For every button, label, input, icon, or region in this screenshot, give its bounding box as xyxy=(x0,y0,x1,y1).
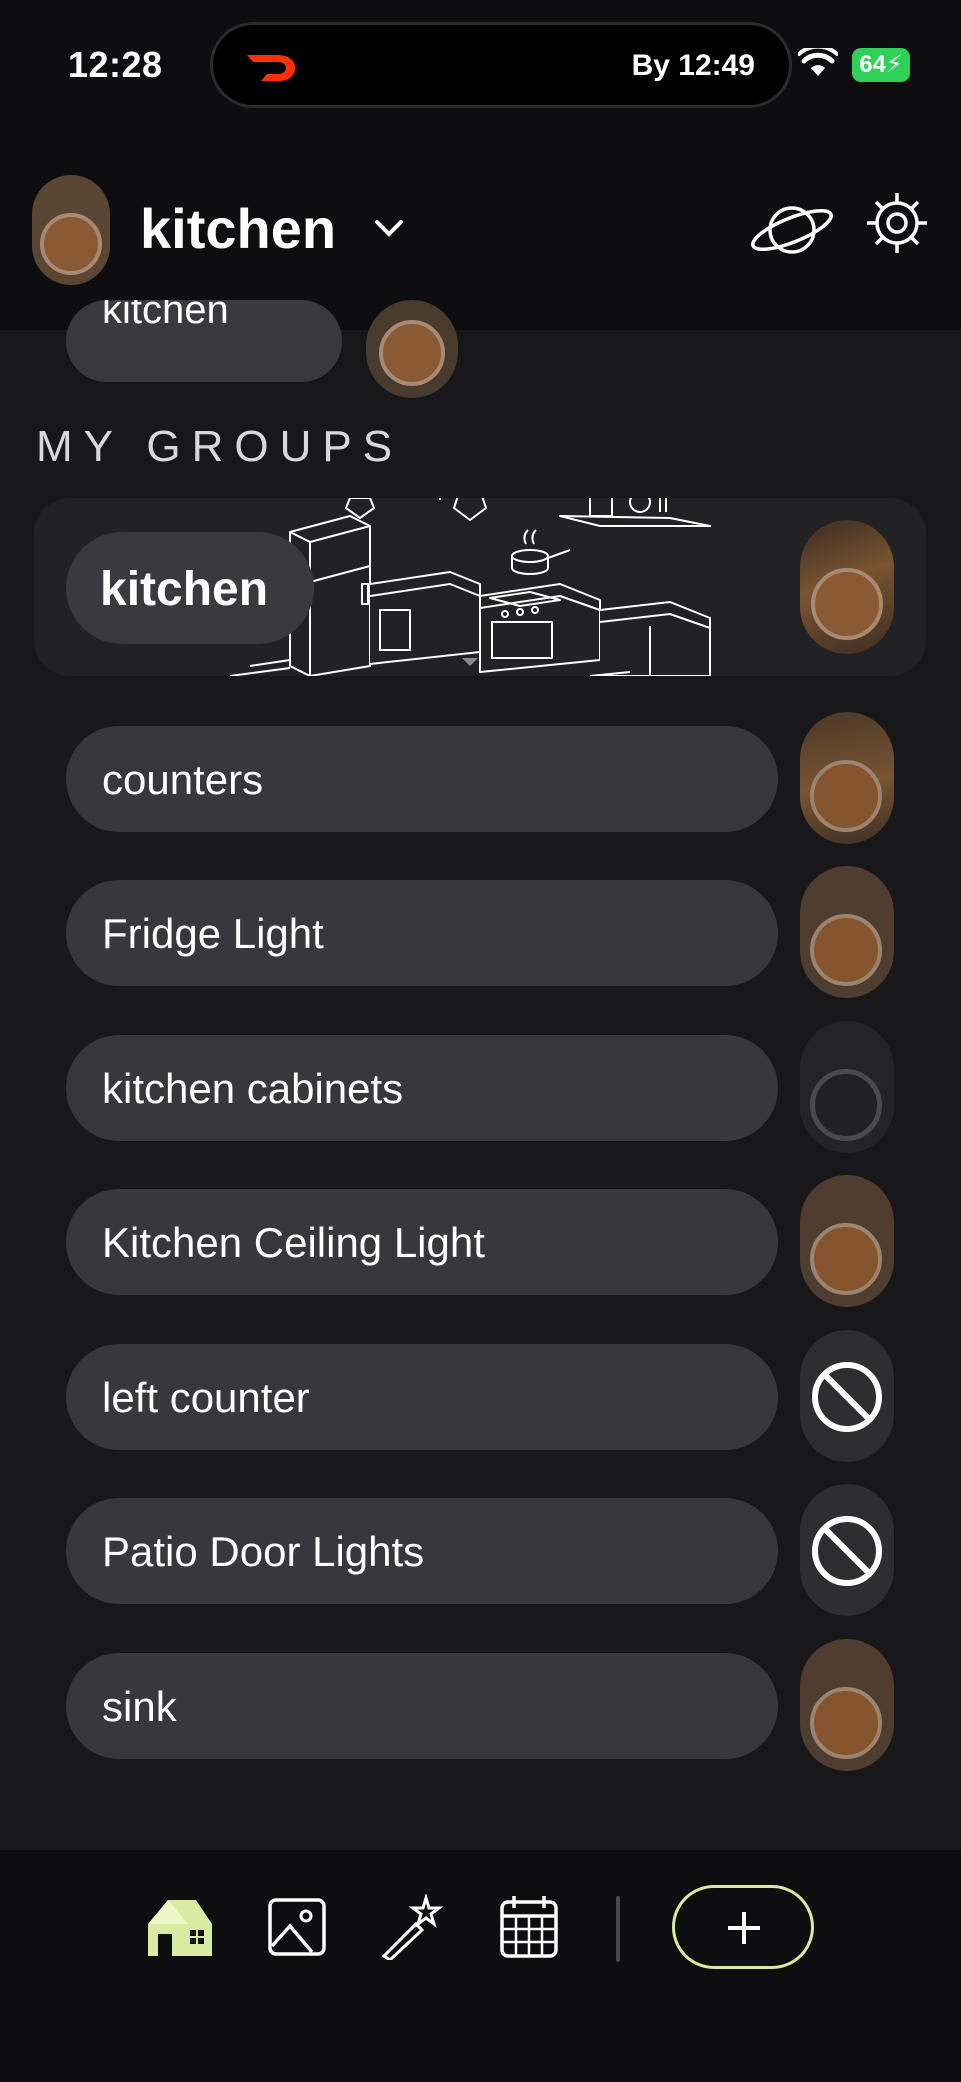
calendar-icon[interactable] xyxy=(492,1894,566,1960)
status-time: 12:28 xyxy=(68,44,163,85)
device-toggle-kitchen-ceiling-light[interactable] xyxy=(800,1175,894,1307)
device-label: Kitchen Ceiling Light xyxy=(102,1219,485,1266)
section-label: MY GROUPS xyxy=(36,422,404,471)
device-row-counters[interactable]: counters xyxy=(66,726,778,832)
device-row-kitchen-ceiling-light[interactable]: Kitchen Ceiling Light xyxy=(66,1189,778,1295)
device-row-kitchen-cabinets[interactable]: kitchen cabinets xyxy=(66,1035,778,1141)
home-icon[interactable] xyxy=(142,1894,216,1960)
toggle-knob xyxy=(810,1069,882,1141)
image-icon[interactable] xyxy=(260,1894,334,1960)
group-label: kitchen xyxy=(100,563,269,616)
group-toggle[interactable] xyxy=(800,520,894,654)
group-card-kitchen[interactable]: kitchen xyxy=(34,498,926,676)
unreachable-icon xyxy=(812,1362,882,1432)
device-toggle-counters[interactable] xyxy=(800,712,894,844)
device-row-left-counter[interactable]: left counter xyxy=(66,1344,778,1450)
toggle-knob xyxy=(810,914,882,986)
battery-level: 64 xyxy=(859,51,886,78)
toggle-knob xyxy=(811,568,883,640)
device-toggle-sink[interactable] xyxy=(800,1639,894,1771)
toggle-knob xyxy=(810,1687,882,1759)
device-label: Fridge Light xyxy=(102,910,324,957)
magic-wand-icon[interactable] xyxy=(376,1894,450,1960)
wifi-icon xyxy=(798,48,838,76)
device-toggle-fridge-light[interactable] xyxy=(800,866,894,998)
toggle-knob xyxy=(810,760,882,832)
device-toggle-left-counter[interactable] xyxy=(800,1330,894,1462)
device-row-patio-door-lights[interactable]: Patio Door Lights xyxy=(66,1498,778,1604)
scene-toggle[interactable] xyxy=(366,300,458,398)
gear-icon[interactable] xyxy=(864,190,930,256)
island-eta: By 12:49 xyxy=(631,49,755,82)
device-label: sink xyxy=(102,1683,177,1730)
group-pill[interactable]: kitchen xyxy=(66,532,314,644)
doordash-logo-icon xyxy=(247,55,295,81)
room-master-toggle[interactable] xyxy=(32,175,110,285)
device-label: counters xyxy=(102,756,264,803)
device-toggle-kitchen-cabinets[interactable] xyxy=(800,1021,894,1153)
device-label: Patio Door Lights xyxy=(102,1528,425,1575)
bottom-nav xyxy=(0,1850,961,2082)
device-row-fridge-light[interactable]: Fridge Light xyxy=(66,880,778,986)
battery-indicator: 64⚡ xyxy=(852,48,910,82)
chevron-down-icon[interactable] xyxy=(372,216,406,240)
toggle-knob xyxy=(379,320,445,386)
toggle-knob xyxy=(40,213,102,275)
add-button[interactable] xyxy=(672,1885,814,1969)
device-label: kitchen cabinets xyxy=(102,1065,404,1112)
scene-label: kitchen xyxy=(102,300,229,332)
toggle-knob xyxy=(810,1223,882,1295)
device-row-sink[interactable]: sink xyxy=(66,1653,778,1759)
room-title[interactable]: kitchen xyxy=(140,196,336,261)
scene-pill[interactable]: kitchen xyxy=(66,300,342,382)
device-toggle-patio-door-lights[interactable] xyxy=(800,1484,894,1616)
unreachable-icon xyxy=(812,1516,882,1586)
device-label: left counter xyxy=(102,1374,310,1421)
nav-divider xyxy=(616,1896,620,1962)
planet-icon[interactable] xyxy=(748,190,836,270)
status-bar: 12:28 By 12:49 64⚡ xyxy=(0,0,961,130)
dynamic-island[interactable]: By 12:49 xyxy=(210,22,792,108)
plus-icon xyxy=(728,1912,760,1944)
